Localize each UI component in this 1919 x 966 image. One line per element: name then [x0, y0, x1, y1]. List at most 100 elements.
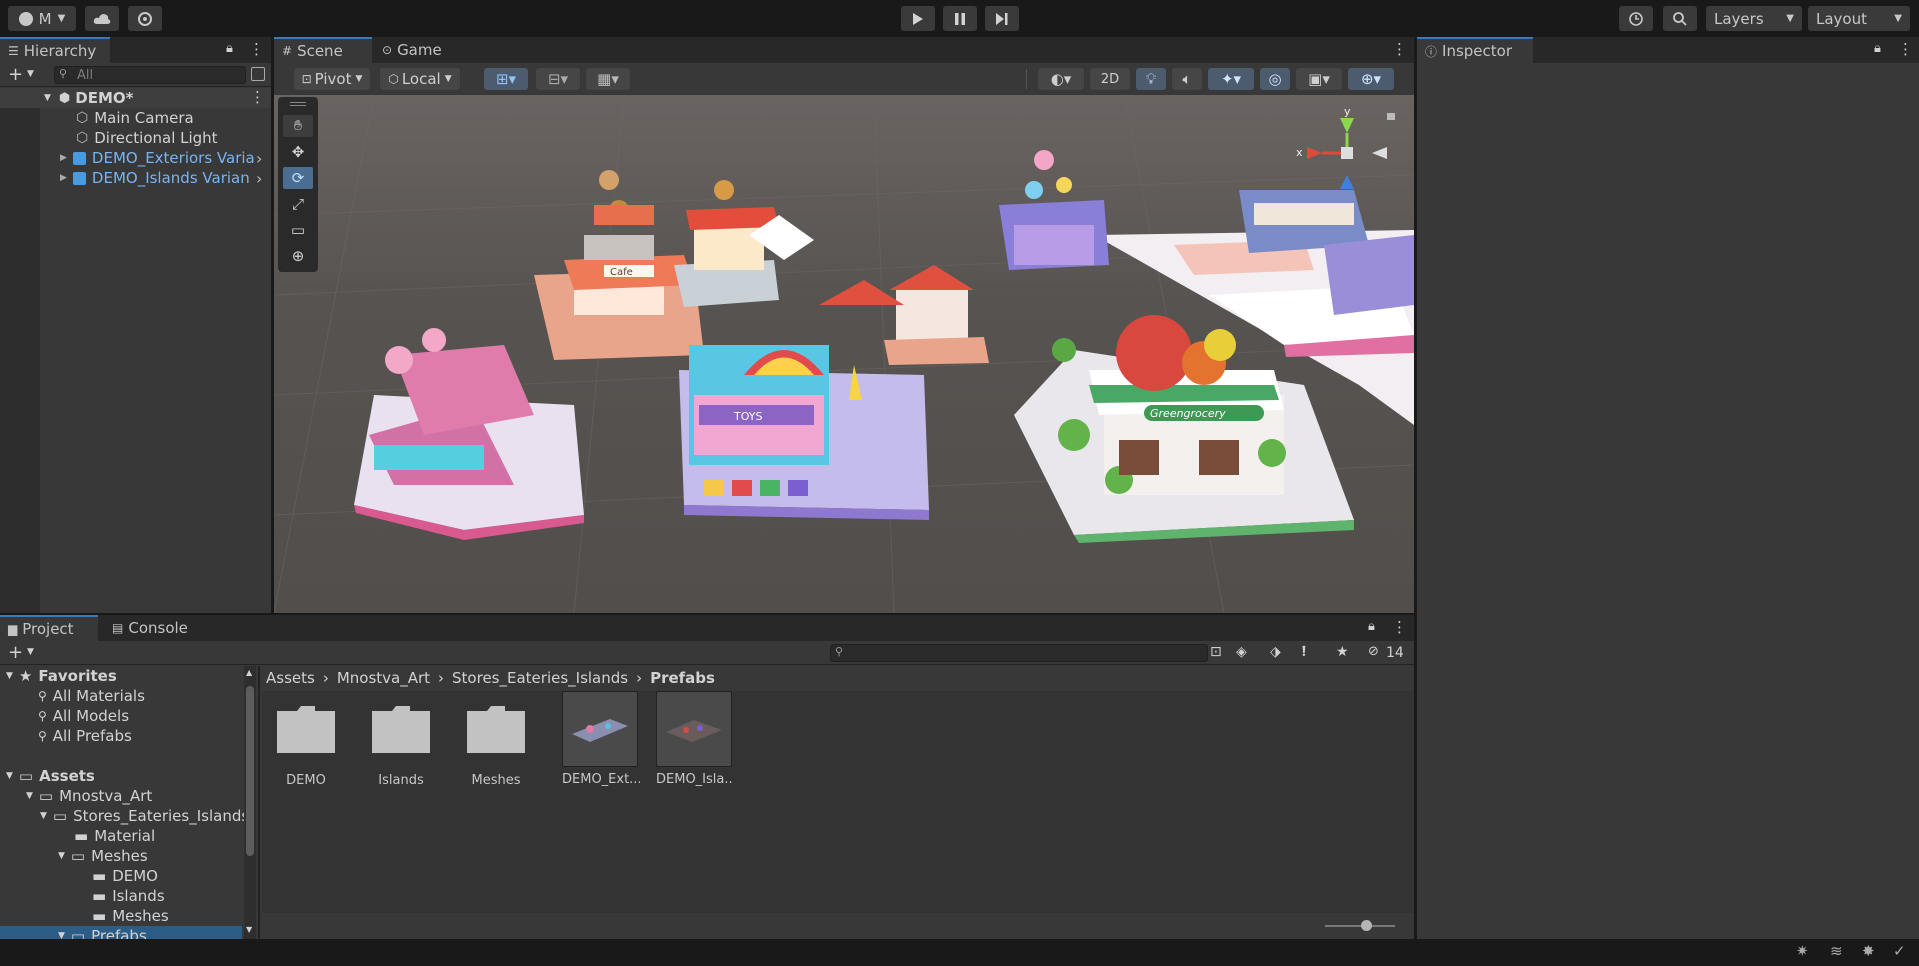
- step-button[interactable]: [985, 6, 1019, 31]
- breadcrumb-prefabs[interactable]: Prefabs: [650, 669, 715, 687]
- tree-scrollbar[interactable]: ▲ ▼: [244, 666, 256, 939]
- tree-node-demo[interactable]: ▬ DEMO: [92, 866, 158, 886]
- zoom-slider-thumb[interactable]: [1361, 920, 1372, 931]
- history-button[interactable]: [1619, 6, 1653, 31]
- drag-handle-icon[interactable]: [290, 102, 306, 106]
- label-filter-icon[interactable]: ⬗: [1270, 644, 1281, 660]
- scroll-down-icon[interactable]: ▼: [246, 925, 252, 934]
- tab-console[interactable]: ▤ Console: [104, 615, 204, 641]
- favorites-header[interactable]: ▼ ★ Favorites: [6, 666, 117, 686]
- scene-viewport[interactable]: Cafe TOYS Greengrocery ✋︎ ✥ ⟳ ⤢ ▭ ⊕ y x: [274, 95, 1414, 613]
- hierarchy-item-exteriors-prefab[interactable]: ▶ DEMO_Exteriors Varia ›: [0, 148, 271, 168]
- increment-snap-button[interactable]: ⊟▾: [536, 68, 580, 90]
- transform-tool-button[interactable]: ⊕: [283, 245, 313, 267]
- more-options-icon[interactable]: ⋮: [1392, 618, 1407, 636]
- audio-toggle[interactable]: 🔈︎: [1172, 68, 1202, 90]
- chevron-right-icon[interactable]: ›: [256, 169, 262, 188]
- tree-node-islands[interactable]: ▬ Islands: [92, 886, 165, 906]
- local-dropdown[interactable]: ⬡ Local ▼: [380, 68, 460, 90]
- expand-arrow-icon[interactable]: ▼: [26, 791, 33, 801]
- cloud-button[interactable]: [85, 6, 119, 31]
- lock-icon[interactable]: 🔒︎: [1874, 41, 1881, 56]
- account-dropdown[interactable]: M ▼: [8, 6, 76, 31]
- favorite-all-materials[interactable]: ⚲ All Materials: [38, 686, 145, 706]
- favorite-all-prefabs[interactable]: ⚲ All Prefabs: [38, 726, 132, 746]
- auto-generate-lighting-icon[interactable]: ✸: [1862, 942, 1875, 960]
- rect-tool-button[interactable]: ▭: [283, 219, 313, 241]
- debug-icon[interactable]: ✷: [1796, 942, 1809, 960]
- search-scope-icon[interactable]: ⊡: [1210, 644, 1222, 660]
- project-search-input[interactable]: ⚲: [830, 644, 1208, 662]
- favorite-all-models[interactable]: ⚲ All Models: [38, 706, 129, 726]
- play-button[interactable]: [901, 6, 935, 31]
- hierarchy-item-directional-light[interactable]: ⬡ Directional Light: [0, 128, 271, 148]
- lock-icon[interactable]: 🔒︎: [226, 41, 233, 56]
- scene-search-icon[interactable]: [251, 67, 265, 81]
- settings-button[interactable]: [128, 6, 162, 31]
- scale-tool-button[interactable]: ⤢: [283, 193, 313, 215]
- scroll-up-icon[interactable]: ▲: [246, 668, 252, 677]
- hierarchy-item-main-camera[interactable]: ⬡ Main Camera: [0, 108, 271, 128]
- hierarchy-search-input[interactable]: ⚲ All: [54, 66, 246, 84]
- gizmos-dropdown[interactable]: ⊕▾: [1348, 68, 1394, 90]
- scrollbar-thumb[interactable]: [246, 686, 254, 856]
- add-icon[interactable]: +: [8, 64, 23, 85]
- expand-arrow-icon[interactable]: ▼: [6, 771, 13, 781]
- pivot-dropdown[interactable]: ⊡ Pivot ▼: [294, 68, 370, 90]
- search-button[interactable]: [1663, 6, 1697, 31]
- hidden-objects-toggle[interactable]: ◎: [1260, 68, 1290, 90]
- more-options-icon[interactable]: ⋮: [1898, 40, 1913, 58]
- orientation-gizmo[interactable]: y x: [1292, 103, 1402, 213]
- asset-folder-demo[interactable]: DEMO: [274, 701, 338, 788]
- splitter[interactable]: [258, 666, 260, 939]
- more-options-icon[interactable]: ⋮: [249, 40, 264, 58]
- hidden-packages-icon[interactable]: ⊘: [1368, 644, 1379, 659]
- tree-node-mnostva-art[interactable]: ▼ ▭ Mnostva_Art: [26, 786, 152, 806]
- tab-game[interactable]: ⊙ Game: [374, 37, 454, 63]
- check-circle-icon[interactable]: ✓: [1893, 942, 1906, 960]
- expand-arrow-icon[interactable]: ▼: [58, 931, 65, 939]
- breadcrumb-mnostva-art[interactable]: Mnostva_Art: [337, 669, 430, 687]
- tab-scene[interactable]: # Scene: [274, 37, 372, 63]
- lock-icon[interactable]: 🔒︎: [1368, 619, 1375, 634]
- tree-node-prefabs[interactable]: ▼ ▭ Prefabs: [0, 926, 242, 939]
- expand-arrow-icon[interactable]: ▼: [40, 811, 47, 821]
- expand-arrow-icon[interactable]: ▼: [44, 93, 51, 103]
- assets-root[interactable]: ▼ ▭ Assets: [6, 766, 95, 786]
- hierarchy-item-islands-prefab[interactable]: ▶ DEMO_Islands Varian ›: [0, 168, 271, 188]
- grid-snap-button[interactable]: ⊞▾: [484, 68, 528, 90]
- more-options-icon[interactable]: ⋮: [250, 88, 265, 106]
- star-icon[interactable]: ★: [1336, 644, 1349, 660]
- asset-folder-islands[interactable]: Islands: [369, 701, 433, 788]
- tree-node-meshes-sub[interactable]: ▬ Meshes: [92, 906, 169, 926]
- tree-node-material[interactable]: ▬ Material: [74, 826, 155, 846]
- 2d-toggle[interactable]: 2D: [1090, 68, 1130, 90]
- effects-dropdown[interactable]: ✦▾: [1208, 68, 1254, 90]
- grid-visibility-button[interactable]: ▦▾: [586, 68, 630, 90]
- breadcrumb-assets[interactable]: Assets: [266, 669, 315, 687]
- layout-dropdown[interactable]: Layout ▼: [1808, 6, 1910, 31]
- tab-project[interactable]: ▆ Project: [0, 615, 98, 641]
- tab-hierarchy[interactable]: ☰ Hierarchy: [0, 37, 110, 63]
- breadcrumb-stores-eateries-islands[interactable]: Stores_Eateries_Islands: [452, 669, 628, 687]
- expand-arrow-icon[interactable]: ▼: [6, 671, 13, 681]
- shading-mode-dropdown[interactable]: ◐▾: [1038, 68, 1084, 90]
- tree-node-stores-eateries-islands[interactable]: ▼ ▭ Stores_Eateries_Islands: [40, 806, 249, 826]
- layers-dropdown[interactable]: Layers ▼: [1706, 6, 1802, 31]
- scene-root[interactable]: ▼ ⬢ DEMO* ⋮: [0, 88, 271, 108]
- expand-arrow-icon[interactable]: ▶: [60, 173, 67, 183]
- add-icon[interactable]: +: [8, 642, 23, 663]
- chevron-down-icon[interactable]: ▼: [27, 69, 34, 79]
- asset-prefab-exteriors[interactable]: DEMO_Ext...: [562, 691, 640, 787]
- tab-inspector[interactable]: ⓘ Inspector: [1417, 37, 1533, 63]
- camera-dropdown[interactable]: ▣▾: [1296, 68, 1342, 90]
- chevron-down-icon[interactable]: ▼: [27, 647, 34, 657]
- asset-folder-meshes[interactable]: Meshes: [464, 701, 528, 788]
- expand-arrow-icon[interactable]: ▶: [60, 153, 67, 163]
- alert-icon[interactable]: ❗︎: [1302, 644, 1306, 660]
- chevron-right-icon[interactable]: ›: [256, 149, 262, 168]
- zoom-slider-track[interactable]: [1325, 925, 1395, 927]
- cache-icon[interactable]: ≋: [1830, 942, 1843, 960]
- more-options-icon[interactable]: ⋮: [1392, 40, 1407, 58]
- asset-prefab-islands[interactable]: DEMO_Isla...: [656, 691, 734, 787]
